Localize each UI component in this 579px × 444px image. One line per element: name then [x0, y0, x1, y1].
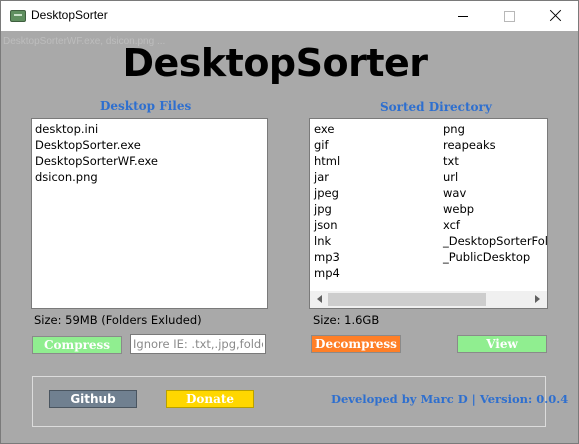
- list-item[interactable]: exe: [314, 121, 334, 137]
- footer-panel: Github Donate Developed by Marc D | Vers…: [32, 376, 568, 427]
- close-icon: [549, 8, 561, 22]
- list-item[interactable]: reapeaks: [443, 137, 496, 153]
- view-button[interactable]: View: [457, 335, 547, 353]
- list-item[interactable]: gif: [314, 137, 329, 153]
- list-item[interactable]: wav: [443, 185, 466, 201]
- list-item[interactable]: _PublicDesktop: [443, 249, 530, 265]
- sorted-directory-label: Sorted Directory: [380, 100, 492, 114]
- maximize-button[interactable]: [486, 1, 532, 31]
- decompress-button[interactable]: Decompress: [311, 335, 401, 353]
- list-item[interactable]: jpg: [314, 201, 332, 217]
- close-button[interactable]: [532, 1, 578, 31]
- list-item[interactable]: jar: [314, 169, 329, 185]
- scroll-thumb[interactable]: [328, 293, 486, 306]
- desktop-size-label: Size: 59MB (Folders Exluded): [34, 313, 202, 327]
- donate-button[interactable]: Donate: [166, 390, 254, 408]
- list-item[interactable]: DesktopSorterWF.exe: [35, 153, 158, 169]
- list-item[interactable]: dsicon.png: [35, 169, 98, 185]
- scroll-right-icon[interactable]: [535, 295, 540, 303]
- list-item[interactable]: jpeg: [314, 185, 339, 201]
- list-item[interactable]: json: [314, 217, 338, 233]
- credits-label: Developed by Marc D | Version: 0.0.4: [331, 392, 569, 406]
- list-item[interactable]: DesktopSorter.exe: [35, 137, 141, 153]
- minimize-icon: [458, 16, 468, 17]
- github-button[interactable]: Github: [49, 390, 137, 408]
- ignore-extensions-input[interactable]: [130, 334, 266, 354]
- list-item[interactable]: url: [443, 169, 458, 185]
- maximize-icon: [504, 11, 515, 22]
- desktop-files-label: Desktop Files: [100, 99, 192, 113]
- scroll-left-icon[interactable]: [317, 295, 322, 303]
- desktop-files-list[interactable]: desktop.ini DesktopSorter.exe DesktopSor…: [31, 118, 268, 309]
- horizontal-scrollbar[interactable]: [310, 291, 547, 308]
- title-bar[interactable]: DesktopSorter: [1, 1, 578, 31]
- list-item[interactable]: txt: [443, 153, 459, 169]
- window-title: DesktopSorter: [31, 8, 108, 22]
- list-item[interactable]: mp3: [314, 249, 340, 265]
- compress-button[interactable]: Compress: [32, 336, 122, 354]
- minimize-button[interactable]: [440, 1, 486, 31]
- sorted-directory-list[interactable]: exe gif html jar jpeg jpg json lnk mp3 m…: [309, 118, 548, 309]
- list-item[interactable]: html: [314, 153, 340, 169]
- list-item[interactable]: mp4: [314, 265, 340, 281]
- list-item[interactable]: webp: [443, 201, 474, 217]
- client-area: DesktopSorterWF.exe, dsicon.png ... Desk…: [1, 31, 578, 443]
- list-item[interactable]: desktop.ini: [35, 121, 98, 137]
- app-heading: DesktopSorter: [122, 41, 428, 85]
- list-item[interactable]: _DesktopSorterFold: [443, 233, 547, 249]
- list-item[interactable]: lnk: [314, 233, 331, 249]
- app-window: DesktopSorter DesktopSorterWF.exe, dsico…: [0, 0, 579, 444]
- list-item[interactable]: png: [443, 121, 465, 137]
- sorted-size-label: Size: 1.6GB: [313, 313, 380, 327]
- app-icon: [10, 10, 26, 22]
- list-item[interactable]: xcf: [443, 217, 460, 233]
